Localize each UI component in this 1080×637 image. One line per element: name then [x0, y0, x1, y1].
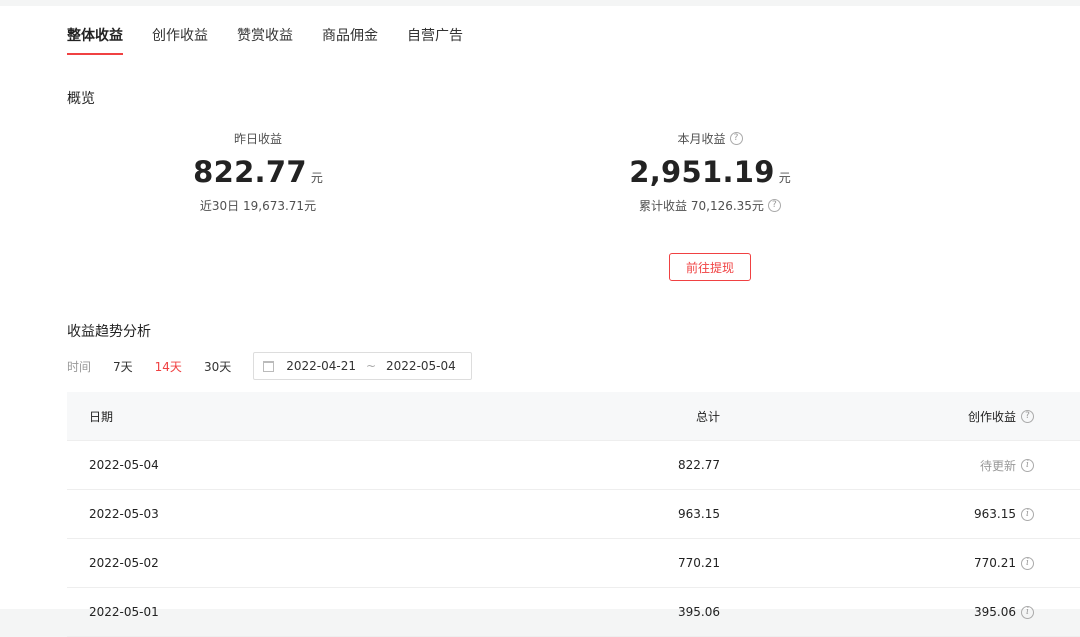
row-creation: 待更新 — [979, 458, 1016, 473]
date-separator: ~ — [365, 359, 377, 373]
tab-overall[interactable]: 整体收益 — [67, 6, 123, 55]
time-label: 时间 — [67, 359, 92, 374]
header-date: 日期 — [89, 409, 114, 424]
yesterday-unit: 元 — [310, 171, 323, 185]
question-circle-icon[interactable]: ? — [729, 132, 743, 145]
tab-commission[interactable]: 商品佣金 — [322, 6, 378, 54]
earnings-card: 整体收益 创作收益 赞赏收益 商品佣金 自营广告 概览 昨日收益 822.77 … — [0, 6, 1080, 637]
table-row: 2022-05-01 395.06 395.06 i — [67, 588, 1080, 637]
row-date: 2022-05-02 — [89, 556, 159, 570]
tab-creation[interactable]: 创作收益 — [152, 6, 208, 54]
row-date: 2022-05-03 — [89, 507, 159, 521]
table-row: 2022-05-04 822.77 待更新 i — [67, 441, 1080, 490]
month-value: 2,951.19 — [629, 155, 775, 189]
question-circle-icon[interactable]: ? — [1021, 409, 1034, 423]
table-row: 2022-05-03 963.15 963.15 i — [67, 490, 1080, 539]
withdraw-button[interactable]: 前往提现 — [669, 253, 751, 281]
row-total: 395.06 — [678, 605, 720, 619]
date-range-picker[interactable]: 2022-04-21 ~ 2022-05-04 — [253, 352, 473, 380]
row-date: 2022-05-01 — [89, 605, 159, 619]
cumulative-summary: 累计收益 70,126.35元 — [639, 199, 764, 213]
yesterday-stat: 昨日收益 822.77 元 近30日 19,673.71元 — [158, 130, 358, 214]
info-circle-icon[interactable]: i — [1021, 458, 1034, 472]
overview-title: 概览 — [67, 91, 95, 107]
yesterday-label: 昨日收益 — [233, 132, 282, 146]
time-filter: 时间 7天 14天 30天 2022-04-21 ~ 2022-05-04 — [67, 351, 473, 381]
tab-appreciation[interactable]: 赞赏收益 — [237, 6, 293, 54]
question-circle-icon[interactable]: ? — [767, 199, 781, 212]
info-circle-icon[interactable]: i — [1021, 605, 1034, 619]
row-creation: 395.06 — [974, 605, 1016, 619]
header-creation: 创作收益 — [967, 409, 1016, 424]
calendar-icon — [263, 360, 275, 372]
month-stat: 本月收益 ? 2,951.19 元 累计收益 70,126.35元 ? — [610, 130, 810, 214]
time-option-7d[interactable]: 7天 — [113, 358, 133, 375]
row-total: 770.21 — [678, 556, 720, 570]
time-option-30d[interactable]: 30天 — [204, 358, 231, 375]
table-header: 日期 总计 创作收益 ? — [67, 392, 1080, 441]
month-label: 本月收益 — [677, 132, 726, 146]
row-date: 2022-05-04 — [89, 458, 159, 472]
info-circle-icon[interactable]: i — [1021, 556, 1034, 570]
date-start: 2022-04-21 — [286, 359, 356, 373]
trend-title: 收益趋势分析 — [67, 324, 151, 340]
last30-summary: 近30日 19,673.71元 — [199, 199, 317, 213]
header-total: 总计 — [695, 409, 720, 424]
row-total: 822.77 — [678, 458, 720, 472]
row-total: 963.15 — [678, 507, 720, 521]
row-creation: 770.21 — [974, 556, 1016, 570]
info-circle-icon[interactable]: i — [1021, 507, 1034, 521]
time-option-14d[interactable]: 14天 — [155, 358, 182, 375]
tab-self-ads[interactable]: 自营广告 — [407, 6, 463, 54]
earnings-table: 日期 总计 创作收益 ? 2022-05-04 822.77 待更新 i 202… — [67, 392, 1080, 637]
table-row: 2022-05-02 770.21 770.21 i — [67, 539, 1080, 588]
month-unit: 元 — [778, 171, 791, 185]
row-creation: 963.15 — [974, 507, 1016, 521]
earnings-tabs: 整体收益 创作收益 赞赏收益 商品佣金 自营广告 — [67, 6, 492, 62]
yesterday-value: 822.77 — [193, 155, 307, 189]
date-end: 2022-05-04 — [386, 359, 456, 373]
